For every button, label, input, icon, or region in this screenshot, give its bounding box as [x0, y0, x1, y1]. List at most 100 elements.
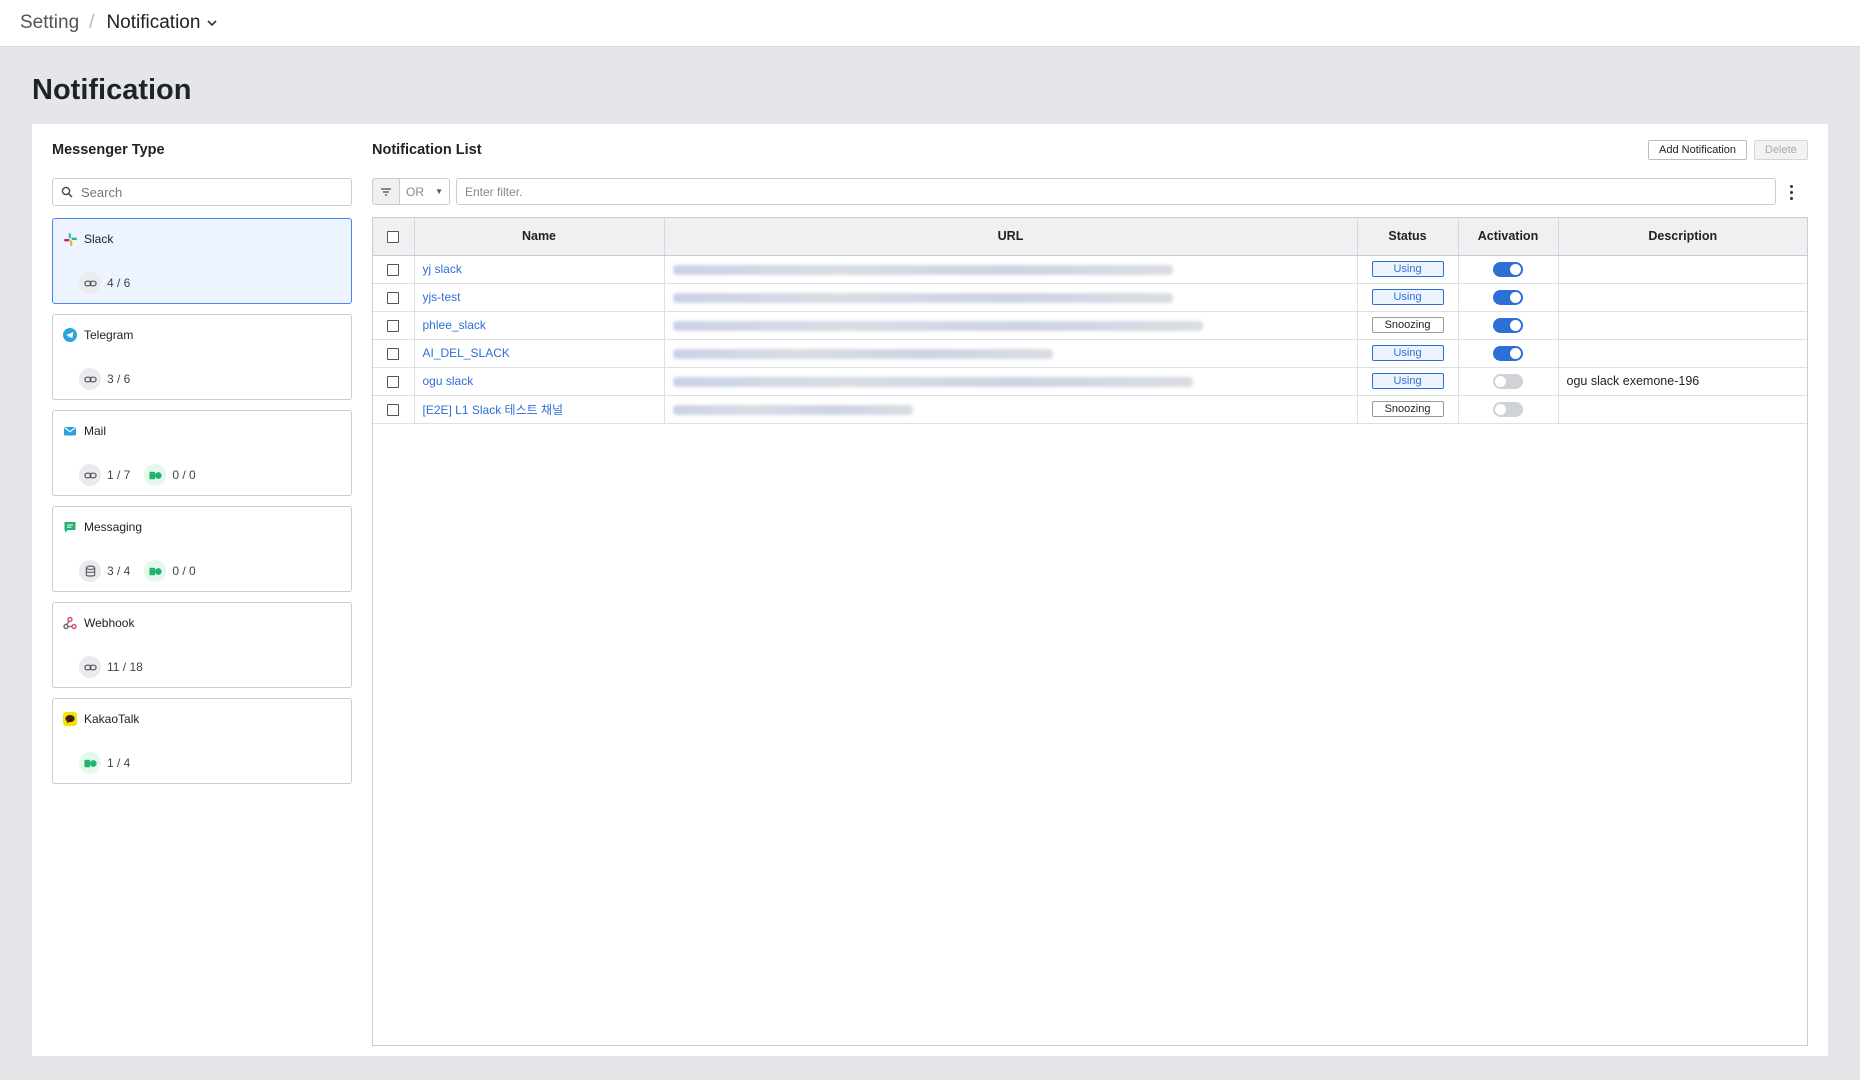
notification-name-link[interactable]: yjs-test: [423, 290, 461, 304]
messenger-stat-count: 0 / 0: [172, 564, 196, 578]
url-redacted: [672, 292, 1173, 303]
notification-list-title: Notification List: [372, 142, 482, 158]
description-cell: [1558, 283, 1807, 312]
row-checkbox[interactable]: [387, 403, 400, 416]
messenger-card-name: Telegram: [84, 328, 134, 342]
select-all-checkbox[interactable]: [387, 230, 400, 243]
url-cell: [664, 339, 1358, 368]
table-row[interactable]: ogu slack Using ogu slack exemone-196: [373, 367, 1807, 396]
activation-cell: [1458, 283, 1559, 312]
breadcrumb-current-label: Notification: [106, 12, 201, 33]
messenger-type-title: Messenger Type: [52, 142, 165, 158]
status-cell: Snoozing: [1357, 395, 1459, 424]
status-cell: Using: [1357, 367, 1459, 396]
notification-name-link[interactable]: phlee_slack: [423, 318, 486, 332]
delete-button[interactable]: Delete: [1754, 140, 1808, 160]
breadcrumb-root[interactable]: Setting: [20, 12, 79, 34]
messenger-card-mail[interactable]: Mail 1 / 7 0 / 0: [52, 410, 352, 496]
column-header-activation[interactable]: Activation: [1458, 218, 1559, 256]
messenger-stat-count: 4 / 6: [107, 276, 131, 290]
filter-operator-select[interactable]: OR ▼: [399, 178, 450, 205]
notification-name-link[interactable]: [E2E] L1 Slack 테스트 채널: [423, 403, 564, 417]
name-cell: yj slack: [414, 255, 665, 284]
activation-toggle[interactable]: [1493, 317, 1523, 333]
messenger-card-messaging[interactable]: Messaging 3 / 4 0 / 0: [52, 506, 352, 592]
description-cell: [1558, 395, 1807, 424]
database-icon: [79, 560, 101, 582]
status-badge: Using: [1371, 289, 1444, 305]
notification-name-link[interactable]: yj slack: [423, 262, 462, 276]
row-select-cell: [373, 283, 415, 312]
name-cell: AI_DEL_SLACK: [414, 339, 665, 368]
status-badge: Using: [1371, 345, 1444, 361]
url-redacted: [672, 264, 1173, 275]
messenger-card-stats: 3 / 6: [79, 368, 130, 390]
page-title: Notification: [32, 74, 192, 106]
filter-operator-value: OR: [406, 184, 424, 199]
url-cell: [664, 395, 1358, 424]
messenger-search-input[interactable]: [81, 184, 331, 200]
name-cell: phlee_slack: [414, 311, 665, 340]
name-cell: ogu slack: [414, 367, 665, 396]
filter-input[interactable]: [456, 178, 1776, 205]
messenger-stat: 1 / 7: [79, 464, 130, 486]
messenger-card-header: Slack: [63, 232, 113, 246]
row-checkbox[interactable]: [387, 347, 400, 360]
activation-cell: [1458, 339, 1559, 368]
activation-cell: [1458, 367, 1559, 396]
messenger-stat-count: 3 / 6: [107, 372, 131, 386]
messenger-card-telegram[interactable]: Telegram 3 / 6: [52, 314, 352, 400]
activation-toggle[interactable]: [1493, 401, 1523, 417]
slack-icon: [63, 232, 77, 246]
table-row[interactable]: phlee_slack Snoozing: [373, 311, 1807, 340]
table-row[interactable]: yj slack Using: [373, 255, 1807, 284]
message-icon: [63, 520, 77, 534]
breadcrumb-current-dropdown[interactable]: Notification: [106, 12, 218, 34]
activation-toggle[interactable]: [1493, 289, 1523, 305]
activation-toggle[interactable]: [1493, 373, 1523, 389]
status-cell: Using: [1357, 283, 1459, 312]
filter-icon[interactable]: [372, 178, 399, 205]
activation-cell: [1458, 395, 1559, 424]
add-notification-button[interactable]: Add Notification: [1648, 140, 1748, 160]
notification-name-link[interactable]: ogu slack: [423, 374, 474, 388]
webhook-icon: [63, 616, 77, 630]
messenger-card-webhook[interactable]: Webhook 11 / 18: [52, 602, 352, 688]
row-select-cell: [373, 255, 415, 284]
row-select-cell: [373, 311, 415, 340]
messenger-card-header: Messaging: [63, 520, 142, 534]
activation-toggle[interactable]: [1493, 261, 1523, 277]
row-checkbox[interactable]: [387, 319, 400, 332]
table-row[interactable]: [E2E] L1 Slack 테스트 채널 Snoozing: [373, 395, 1807, 424]
messenger-card-stats: 1 / 7 0 / 0: [79, 464, 196, 486]
table-row[interactable]: AI_DEL_SLACK Using: [373, 339, 1807, 368]
messenger-card-stats: 11 / 18: [79, 656, 143, 678]
select-all-header: [373, 218, 415, 256]
messenger-card-slack[interactable]: Slack 4 / 6: [52, 218, 352, 304]
messenger-card-stats: 4 / 6: [79, 272, 130, 294]
column-header-description[interactable]: Description: [1558, 218, 1807, 256]
activation-toggle[interactable]: [1493, 345, 1523, 361]
row-select-cell: [373, 395, 415, 424]
more-options-icon[interactable]: [1784, 181, 1798, 203]
notification-name-link[interactable]: AI_DEL_SLACK: [423, 346, 510, 360]
messenger-stat: 0 / 0: [144, 464, 196, 486]
messenger-card-stats: 3 / 4 0 / 0: [79, 560, 196, 582]
messenger-card-name: Messaging: [84, 520, 143, 534]
row-checkbox[interactable]: [387, 291, 400, 304]
column-header-status[interactable]: Status: [1357, 218, 1459, 256]
notification-list-section: Notification List Add Notification Delet…: [372, 124, 1808, 1056]
filter-lines-icon: [381, 187, 391, 196]
messenger-card-kakaotalk[interactable]: KakaoTalk 1 / 4: [52, 698, 352, 784]
link-icon: [79, 368, 101, 390]
table-row[interactable]: yjs-test Using: [373, 283, 1807, 312]
messenger-stat: 11 / 18: [79, 656, 143, 678]
column-header-name[interactable]: Name: [414, 218, 665, 256]
toggle-status-icon: [144, 464, 167, 486]
row-checkbox[interactable]: [387, 263, 400, 276]
name-cell: yjs-test: [414, 283, 665, 312]
column-header-url[interactable]: URL: [664, 218, 1358, 256]
messenger-card-header: Webhook: [63, 616, 134, 630]
row-checkbox[interactable]: [387, 375, 400, 388]
kakaotalk-icon: [63, 712, 77, 726]
